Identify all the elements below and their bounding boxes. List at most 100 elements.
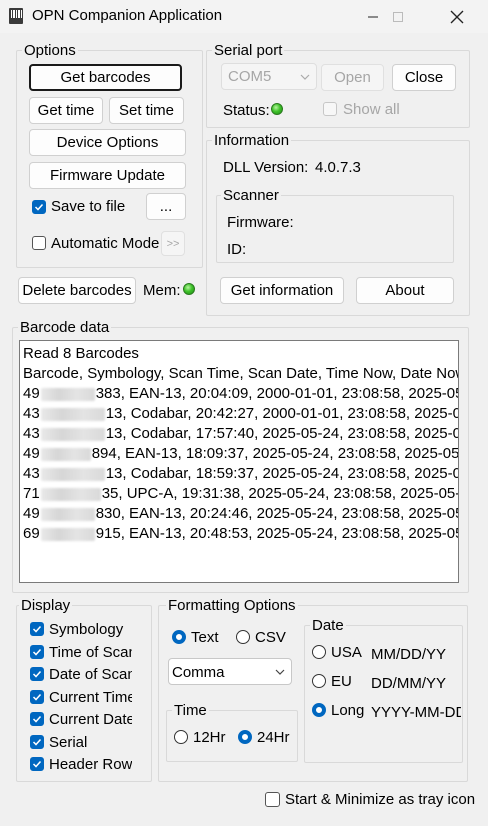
delete-barcodes-button[interactable]: Delete barcodes	[18, 277, 136, 304]
barcode-prefix: 49	[23, 385, 40, 402]
firmware-update-button[interactable]: Firmware Update	[29, 162, 186, 189]
display-option-label: Symbology	[49, 621, 124, 638]
display-checkbox[interactable]	[30, 644, 44, 659]
barcode-details: 35, UPC-A, 19:31:38, 2025-05-24, 23:08:5…	[101, 485, 459, 502]
redacted-digits	[40, 467, 105, 481]
barcode-row: 43 13, Codabar, 17:57:40, 2025-05-24, 23:…	[23, 424, 459, 443]
options-legend: Options	[22, 42, 78, 60]
separator-select[interactable]: Comma	[168, 658, 292, 685]
text-format-radio[interactable]	[172, 630, 186, 644]
open-button[interactable]: Open	[321, 64, 384, 91]
checkmark-icon	[32, 648, 42, 656]
barcode-prefix: 43	[23, 405, 40, 422]
display-checkbox[interactable]	[30, 667, 44, 681]
time-24hr-radio[interactable]	[238, 730, 252, 744]
redacted-digits	[40, 487, 101, 501]
close-port-button[interactable]: Close	[392, 64, 456, 91]
redacted-digits	[40, 527, 95, 541]
close-icon	[450, 10, 464, 23]
barcode-data-legend: Barcode data	[18, 319, 112, 337]
barcode-prefix: 43	[23, 425, 40, 442]
display-checkbox[interactable]	[30, 622, 44, 636]
time-12hr-radio[interactable]	[174, 730, 188, 744]
get-barcodes-button[interactable]: Get barcodes	[29, 64, 182, 91]
barcode-row: 43 13, Codabar, 18:59:37, 2025-05-24, 23:…	[23, 464, 459, 483]
formatting-options-legend: Formatting Options	[166, 597, 298, 615]
barcode-columns-line: Barcode, Symbology, Scan Time, Scan Date…	[23, 365, 459, 382]
tray-label: Start & Minimize as tray icon	[285, 791, 476, 808]
checkmark-icon	[32, 715, 42, 723]
checkmark-icon	[32, 693, 42, 701]
barcode-row: 69 915, EAN-13, 20:48:53, 2025-05-24, 23:…	[23, 524, 459, 543]
time-legend: Time	[172, 702, 209, 720]
maximize-icon	[393, 11, 403, 22]
firmware-label: Firmware:	[227, 214, 294, 231]
barcode-details: 894, EAN-13, 18:09:37, 2025-05-24, 23:08…	[91, 445, 459, 462]
save-to-file-checkbox[interactable]	[32, 200, 46, 214]
display-option-label: Time of Scan	[49, 643, 132, 661]
status-led	[271, 103, 283, 115]
chevron-down-icon	[300, 74, 310, 80]
date-format-label: USA	[331, 644, 362, 661]
status-label: Status:	[223, 102, 270, 119]
date-format-radio[interactable]	[312, 674, 326, 688]
display-checkbox[interactable]	[30, 712, 44, 726]
barcode-row: 49 830, EAN-13, 20:24:46, 2025-05-24, 23:…	[23, 504, 459, 523]
dll-version-value: 4.0.7.3	[315, 159, 361, 176]
port-select[interactable]: COM5	[221, 63, 317, 90]
barcode-data-textarea[interactable]: Read 8 Barcodes Barcode, Symbology, Scan…	[19, 340, 459, 583]
close-window-button[interactable]	[434, 0, 480, 33]
tray-checkbox[interactable]	[265, 792, 280, 807]
barcode-details: 13, Codabar, 18:59:37, 2025-05-24, 23:08…	[105, 465, 459, 482]
chevron-down-icon	[275, 669, 285, 675]
checkmark-icon	[32, 625, 42, 633]
date-format-label: EU	[331, 673, 352, 690]
serial-port-legend: Serial port	[212, 42, 285, 60]
get-time-button[interactable]: Get time	[29, 97, 103, 124]
checkmark-icon	[32, 738, 42, 746]
checkmark-icon	[32, 670, 42, 678]
set-time-button[interactable]: Set time	[109, 97, 184, 124]
date-legend: Date	[310, 617, 346, 635]
automatic-mode-button[interactable]: >>	[161, 231, 185, 256]
device-options-button[interactable]: Device Options	[29, 129, 186, 156]
barcode-prefix: 71	[23, 485, 40, 502]
barcode-prefix: 69	[23, 525, 40, 542]
show-all-checkbox[interactable]	[323, 102, 337, 116]
browse-button[interactable]: ...	[146, 193, 186, 220]
checkmark-icon	[34, 203, 44, 211]
date-format-radio[interactable]	[312, 645, 326, 659]
time-24hr-label: 24Hr	[257, 729, 290, 746]
date-format-label: Long	[331, 702, 365, 719]
display-checkbox[interactable]	[30, 689, 44, 704]
barcode-details: 13, Codabar, 17:57:40, 2025-05-24, 23:08…	[105, 425, 459, 442]
date-format-pattern: DD/MM/YY	[371, 675, 446, 692]
csv-format-radio[interactable]	[236, 630, 250, 644]
barcode-row: 43 13, Codabar, 20:42:27, 2000-01-01, 23:…	[23, 404, 458, 423]
display-checkbox[interactable]	[30, 734, 44, 749]
separator-select-value: Comma	[172, 664, 225, 681]
automatic-mode-checkbox[interactable]	[32, 236, 46, 250]
id-label: ID:	[227, 241, 247, 258]
barcode-details: 830, EAN-13, 20:24:46, 2025-05-24, 23:08…	[95, 505, 459, 522]
text-format-label: Text	[191, 629, 219, 646]
mem-label: Mem:	[143, 282, 181, 299]
date-format-radio[interactable]	[312, 703, 326, 717]
window-title: OPN Companion Application	[32, 7, 223, 24]
barcode-prefix: 49	[23, 505, 40, 522]
date-format-pattern: YYYY-MM-DD	[371, 704, 461, 721]
barcode-details: 915, EAN-13, 20:48:53, 2025-05-24, 23:08…	[95, 525, 459, 542]
barcode-row: 49 894, EAN-13, 18:09:37, 2025-05-24, 23:…	[23, 444, 459, 463]
about-button[interactable]: About	[356, 277, 454, 304]
date-format-pattern: MM/DD/YY	[371, 646, 446, 663]
barcode-details: 383, EAN-13, 20:04:09, 2000-01-01, 23:08…	[95, 385, 459, 402]
mem-status-led	[183, 283, 195, 295]
barcode-row: 71 35, UPC-A, 19:31:38, 2025-05-24, 23:08…	[23, 484, 459, 503]
display-checkbox[interactable]	[30, 757, 44, 771]
redacted-digits	[40, 427, 105, 441]
barcode-header-line: Read 8 Barcodes	[23, 345, 139, 362]
maximize-button[interactable]	[375, 0, 421, 33]
dll-version-label: DLL Version:	[223, 159, 309, 176]
get-information-button[interactable]: Get information	[220, 277, 344, 304]
show-all-label: Show all	[343, 101, 400, 118]
